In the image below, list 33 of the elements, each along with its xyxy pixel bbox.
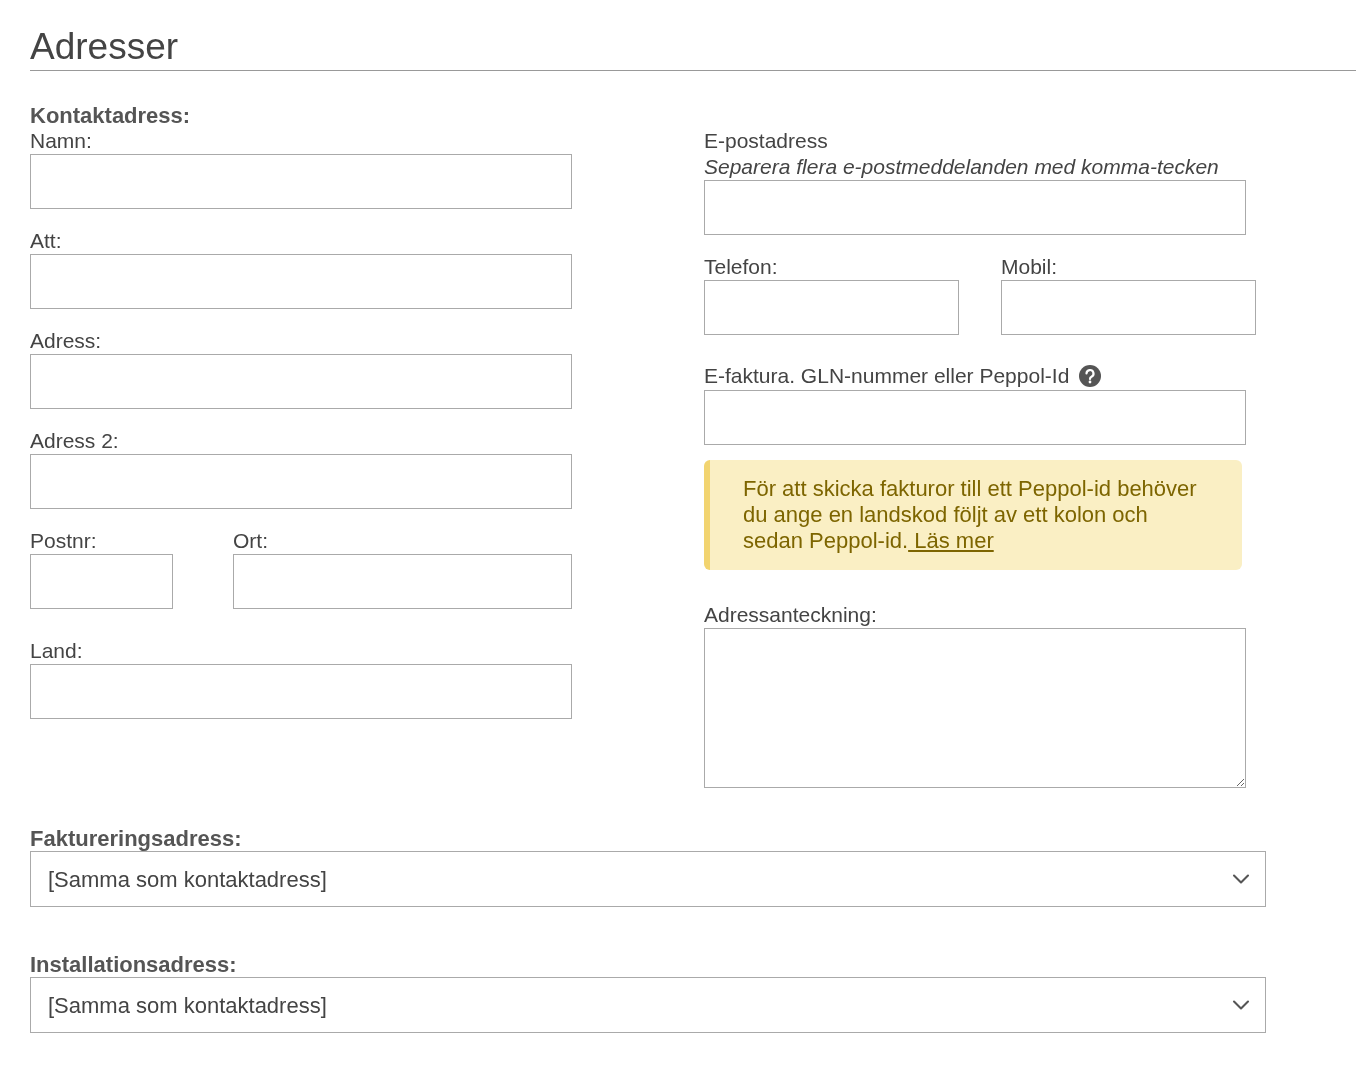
input-field[interactable] [704,390,1246,445]
input-field[interactable] [704,280,959,335]
field-label: E-faktura. GLN-nummer eller Peppol-Id [704,363,1070,389]
input-field[interactable] [30,554,173,609]
input-field[interactable] [704,180,1246,235]
field-label: Adress 2: [30,428,120,454]
field-label: Telefon: [704,254,779,280]
field-label: Ort: [233,528,269,554]
section-heading: Installationsadress: [30,952,238,977]
field-label: Adress: [30,328,103,354]
input-field[interactable] [233,554,572,609]
input-field[interactable] [30,354,572,409]
input-field[interactable] [30,154,572,209]
field-hint: Separera flera e-postmeddelanden med komma-tecken [704,154,1220,180]
select-dropdown[interactable]: [Samma som kontaktadress] [30,851,1266,907]
notice-text: För att skicka fakturor till ett Peppol-id behöver du ange en landskod följt av ett kolon och sedan Peppol-id. Läs mer [743,476,1198,554]
input-field[interactable] [30,454,572,509]
input-field[interactable] [1001,280,1256,335]
select-dropdown[interactable]: [Samma som kontaktadress] [30,977,1266,1033]
field-label: Adressanteckning: [704,602,878,628]
input-field[interactable] [30,254,572,309]
section-heading: Faktureringsadress: [30,826,243,851]
section-heading: Kontaktadress: [30,103,192,128]
field-label: Att: [30,228,63,254]
page-title: Adresser [30,25,180,69]
read-more-link[interactable]: Läs mer [908,528,994,553]
field-label: Postnr: [30,528,98,554]
help-icon[interactable] [1079,365,1102,387]
field-label: Namn: [30,128,93,154]
input-field[interactable] [30,664,572,719]
field-label: Mobil: [1001,254,1059,280]
field-label: E-postadress [704,128,829,154]
field-label: Land: [30,638,84,664]
